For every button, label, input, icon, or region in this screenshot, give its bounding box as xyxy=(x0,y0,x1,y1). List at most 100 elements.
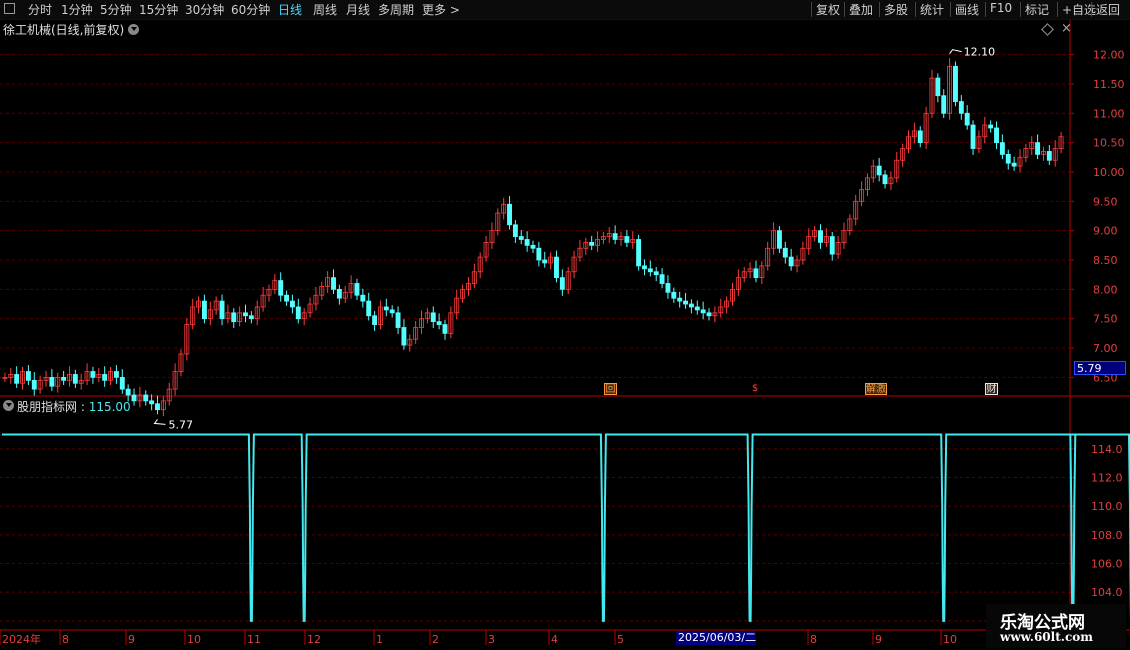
candle-body xyxy=(119,376,125,390)
candle-body xyxy=(354,283,360,296)
candle-body xyxy=(243,312,248,317)
candle-body xyxy=(1046,151,1052,161)
candle-body xyxy=(935,77,941,97)
candle-body xyxy=(988,124,994,129)
candle-body xyxy=(90,371,96,378)
candle-body xyxy=(653,271,659,276)
indicator-tick-label: 108.0 xyxy=(1091,529,1123,542)
candle-body xyxy=(700,309,706,314)
candle-body xyxy=(360,294,366,302)
candle-body xyxy=(882,174,888,185)
time-tick-label: 1 xyxy=(376,633,383,646)
candle-body xyxy=(917,130,923,144)
candle-body xyxy=(970,124,976,149)
candle-body xyxy=(636,239,642,267)
candle-body xyxy=(876,165,882,176)
candle-body xyxy=(442,324,448,334)
time-tick-label: 2 xyxy=(432,633,439,646)
event-marker-1[interactable]: $ xyxy=(750,383,760,395)
candle-body xyxy=(677,297,683,302)
candle-body xyxy=(31,379,37,390)
indicator-line xyxy=(2,433,1130,622)
candle-body xyxy=(688,303,694,308)
candle-body xyxy=(624,236,630,243)
candle-body xyxy=(788,256,794,267)
candle-body xyxy=(665,283,671,293)
candle-body xyxy=(994,127,999,144)
candle-body xyxy=(518,236,524,240)
price-tick-label: 9.50 xyxy=(1093,195,1118,208)
time-tick-label: 9 xyxy=(128,633,135,646)
candle-body xyxy=(999,142,1005,155)
candle-body xyxy=(131,394,137,402)
candle-body xyxy=(366,300,372,317)
candle-body xyxy=(671,291,677,299)
time-tick-label: 11 xyxy=(247,633,261,646)
candle-body xyxy=(125,388,131,396)
high-pointer xyxy=(949,49,962,54)
watermark-url: www.60lt.com xyxy=(1000,630,1093,644)
candle-body xyxy=(401,327,407,346)
candle-body xyxy=(589,242,595,246)
time-tick-label: 2024年 xyxy=(2,632,41,646)
current-price-label: 5.79 xyxy=(1074,361,1126,375)
indicator-tick-label: 110.0 xyxy=(1091,500,1123,513)
candle-body xyxy=(331,277,336,290)
event-marker-2[interactable]: 解激 xyxy=(865,383,887,395)
candle-body xyxy=(278,280,284,296)
candle-body xyxy=(964,112,970,126)
indicator-tick-label: 106.0 xyxy=(1091,558,1123,571)
kline-chart: 6.507.007.508.008.509.009.5010.0010.5011… xyxy=(0,20,1130,646)
candle-body xyxy=(72,374,78,384)
candle-body xyxy=(383,306,389,311)
event-marker-0[interactable]: 回 xyxy=(604,383,617,395)
candle-body xyxy=(219,300,225,320)
price-tick-label: 12.00 xyxy=(1093,49,1125,62)
price-tick-label: 9.00 xyxy=(1093,225,1118,238)
candle-body xyxy=(512,224,518,237)
candle-body xyxy=(201,300,207,320)
candle-body xyxy=(642,265,647,270)
time-tick-label: 10 xyxy=(943,633,957,646)
candle-body xyxy=(1011,162,1017,167)
indicator-value: 115.00 xyxy=(88,400,131,414)
stock-title: 徐工机械(日线,前复权) xyxy=(3,23,125,37)
candle-body xyxy=(61,376,67,381)
chevron-down-icon[interactable] xyxy=(128,24,139,35)
candle-body xyxy=(776,230,782,249)
candle-body xyxy=(336,288,342,299)
candle-body xyxy=(782,247,788,258)
candle-body xyxy=(507,203,512,226)
candle-body xyxy=(612,233,618,240)
event-marker-3[interactable]: 财 xyxy=(985,383,998,395)
candle-body xyxy=(436,321,442,325)
candle-body xyxy=(248,315,254,320)
candle-body xyxy=(818,230,823,243)
candle-body xyxy=(49,376,55,387)
candle-body xyxy=(295,306,301,320)
candle-body xyxy=(372,315,378,325)
candle-body xyxy=(941,95,947,114)
candle-body xyxy=(231,312,237,323)
candle-body xyxy=(155,403,160,411)
candle-body xyxy=(289,300,295,308)
price-tick-label: 7.00 xyxy=(1093,342,1118,355)
indicator-collapse-icon[interactable] xyxy=(3,400,14,411)
time-tick-label: 9 xyxy=(875,633,882,646)
candle-body xyxy=(659,274,665,284)
candle-body xyxy=(430,312,436,323)
time-tick-label: 4 xyxy=(551,633,558,646)
close-icon[interactable]: × xyxy=(1061,21,1072,36)
candle-body xyxy=(958,101,964,114)
time-tick-label: 3 xyxy=(488,633,495,646)
price-tick-label: 10.00 xyxy=(1093,166,1125,179)
indicator-tick-label: 104.0 xyxy=(1091,586,1123,599)
candle-body xyxy=(389,309,395,314)
candle-body xyxy=(25,371,31,381)
candle-body xyxy=(683,300,689,305)
highlight-date: 2025/06/03/二 xyxy=(676,631,757,645)
candle-body xyxy=(1035,142,1041,155)
price-tick-label: 8.50 xyxy=(1093,254,1118,267)
candle-body xyxy=(559,277,565,290)
price-tick-label: 11.00 xyxy=(1093,107,1125,120)
